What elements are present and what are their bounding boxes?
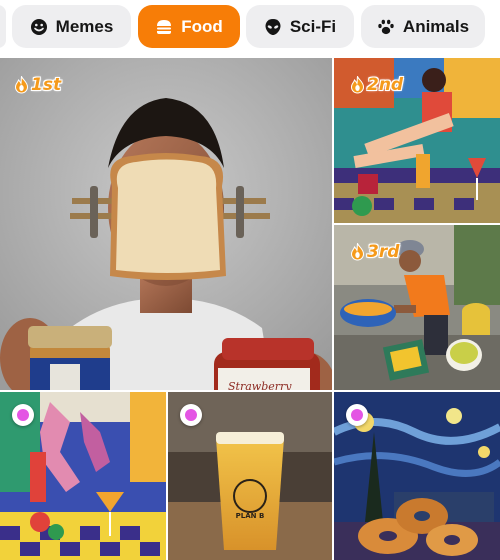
beer-glass-label: PLAN B (236, 512, 265, 520)
feed-tile-4[interactable] (0, 392, 166, 560)
chip-label: Food (181, 16, 223, 36)
feed-tile-3[interactable]: 3rd (334, 225, 500, 390)
feed-tile-2[interactable]: 2nd (334, 58, 500, 223)
rank-label: 2nd (367, 74, 404, 95)
rank-badge-1st: 1st (14, 76, 61, 94)
alien-head-icon (264, 18, 282, 36)
category-chip-memes[interactable]: Memes (12, 5, 131, 48)
feed-tile-1[interactable]: Strawberry Jam 1st (0, 58, 332, 390)
category-chip-scifi[interactable]: Sci-Fi (246, 5, 354, 48)
chip-label: Memes (55, 16, 114, 36)
feed-tile-6[interactable] (334, 392, 500, 560)
feed-tile-5[interactable]: PLAN B (168, 392, 332, 560)
smiley-face-icon (30, 18, 48, 36)
paw-print-icon (377, 18, 395, 36)
previous-category-chip[interactable] (0, 5, 6, 48)
rank-badge-2nd: 2nd (350, 76, 403, 94)
flame-icon (350, 76, 365, 94)
flame-icon (14, 76, 29, 94)
bread-face-photo: Strawberry Jam (0, 58, 332, 390)
marker-dot (346, 404, 368, 426)
category-chip-bar: Memes Food Sci-Fi Animals (0, 0, 500, 56)
rank-label: 1st (31, 74, 62, 95)
svg-text:Strawberry: Strawberry (228, 380, 292, 390)
category-chip-food[interactable]: Food (138, 5, 240, 48)
chip-label: Animals (402, 16, 470, 36)
chip-label: Sci-Fi (289, 16, 337, 36)
rank-label: 3rd (367, 241, 400, 262)
marker-dot (12, 404, 34, 426)
category-chip-animals[interactable]: Animals (361, 5, 485, 48)
burger-icon (155, 18, 173, 36)
marker-dot (180, 404, 202, 426)
rank-badge-3rd: 3rd (350, 243, 399, 261)
flame-icon (350, 243, 365, 261)
